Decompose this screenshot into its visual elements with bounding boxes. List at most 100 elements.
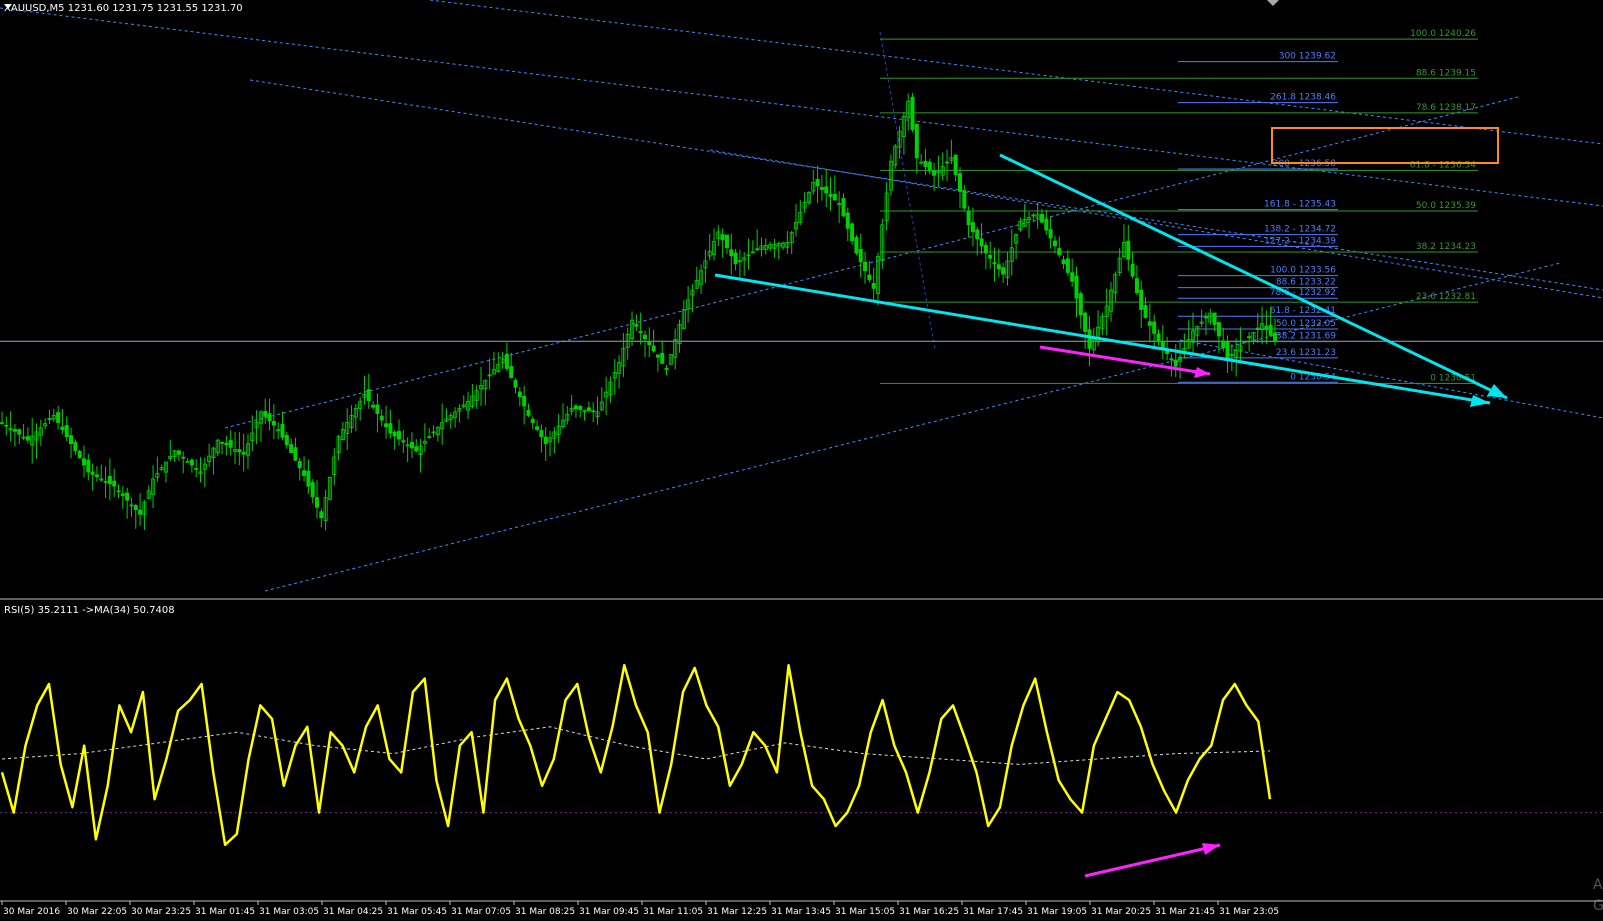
time-tick-label: 31 Mar 12:25 [707,907,767,917]
candle-body [375,404,380,415]
candle-body [112,480,117,487]
fib-blue-level-label: 138.2 - 1234.72 [1264,225,1336,235]
time-tick-label: 30 Mar 23:25 [131,907,191,917]
candle-body [586,407,591,412]
candle-body [12,428,17,432]
time-tick-label: 31 Mar 13:45 [771,907,831,917]
time-tick-label: 31 Mar 17:45 [963,907,1023,917]
fib-blue-level-label: 300 1239.62 [1279,52,1336,62]
candle-body [975,229,980,240]
fib-blue-level-label: 88.6 1233.22 [1276,278,1336,288]
candle-body [133,505,138,511]
symbol-header: XAUUSD,M5 1231.60 1231.75 1231.55 1231.7… [4,3,243,14]
candle-body [651,345,656,352]
candle-body [1044,218,1049,231]
candle-body [1070,272,1075,282]
candle-body [573,405,578,410]
candle-body [289,444,294,453]
time-tick-label: 31 Mar 07:05 [451,907,511,917]
candle-body [1052,240,1057,247]
candle-body [392,431,397,437]
candle-body [315,497,320,508]
candle-body [220,441,225,444]
candle-body [755,248,760,251]
candle-body [47,418,52,420]
candle-body [228,440,233,448]
candle-body [526,409,531,416]
candle-body [530,418,535,423]
candle-body [664,368,669,370]
time-tick-label: 31 Mar 09:45 [579,907,639,917]
candle-body [932,170,937,176]
candle [910,93,915,133]
candle-body [858,248,863,263]
candle-body [25,436,30,441]
candle-body [983,244,988,254]
time-tick-label: 31 Mar 20:25 [1091,907,1151,917]
candle-body [910,96,915,130]
candle-body [655,354,660,358]
candle-body [539,430,544,438]
candle-body [21,436,26,439]
candle-body [94,474,99,478]
candle-body [1212,312,1217,325]
candle-body [660,352,665,364]
candle-body [1130,263,1135,277]
candle-body [1160,341,1165,348]
candle [77,449,82,459]
candle-body [854,237,859,254]
candle-body [1147,321,1152,326]
candle-body [1087,329,1092,349]
candle-body [522,395,527,407]
time-tick-label: 31 Mar 19:05 [1027,907,1087,917]
candle-body [138,509,143,515]
fib-blue-level-label: 23.6 1231.23 [1276,348,1336,358]
candle-body [56,412,61,423]
candle-body [1001,267,1006,275]
candle-body [638,331,643,333]
candle-body [1065,258,1070,273]
candle-body [720,234,725,241]
fib-green-level-label: 50.0 1235.39 [1416,201,1476,211]
candle-body [60,426,65,430]
candle-body [1268,324,1273,336]
chart-canvas[interactable]: 100.0 1240.26 88.6 1239.15 78.6 1238.17 61.… [0,0,1603,921]
candle-body [366,389,371,402]
candle-body [871,282,876,289]
fib-blue-level-label: 200 - 1236.58 [1273,159,1337,169]
candle-body [634,324,639,327]
candle-body [1139,289,1144,310]
candle-body [306,470,311,487]
candle-body [914,124,919,159]
candle-body [81,458,86,466]
candle-body [724,234,729,249]
candle-body [819,187,824,190]
candle-body [1264,325,1269,330]
candle-body [379,415,384,421]
candle-body [267,413,272,422]
fib-blue-level-label: 38.2 1231.69 [1276,332,1336,342]
candle-body [271,420,276,426]
time-tick-label: 31 Mar 23:05 [1219,907,1279,917]
candle-body [850,223,855,242]
chart-background [0,0,1603,921]
candle-body [224,442,229,446]
candle-body [543,436,548,445]
candle-body [841,198,846,217]
candle-body [297,460,302,469]
candle-body [1048,229,1053,239]
candle-body [1031,214,1036,217]
candle-body [293,447,298,461]
candle-body [1221,340,1226,348]
candle-body [90,471,95,475]
candle-body [1061,259,1066,265]
candle-body [4,424,9,427]
candle [854,234,859,256]
candle-body [953,154,958,175]
fib-green-level-label: 23.6 1232.81 [1416,292,1476,302]
candle-body [1057,248,1062,256]
candle-body [107,476,112,485]
candle-body [1039,213,1044,223]
candle-body [120,493,125,496]
fib-blue-level-label: 100.0 1233.56 [1270,266,1336,276]
